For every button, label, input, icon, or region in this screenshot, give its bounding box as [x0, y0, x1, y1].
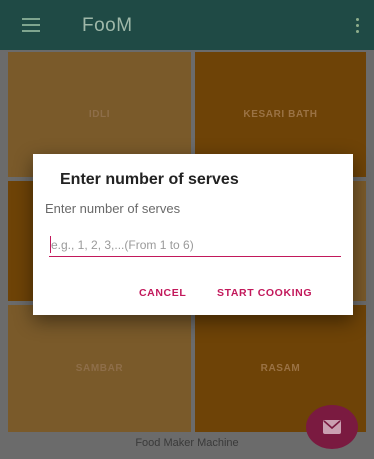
cancel-button[interactable]: CANCEL — [139, 287, 186, 299]
app-screen: FooM IDLI KESARI BATH SAMBAR RASAM Food … — [0, 0, 374, 459]
tile-label: KESARI BATH — [243, 109, 318, 120]
message-fab[interactable] — [306, 405, 358, 449]
dialog-actions: CANCEL START COOKING — [33, 287, 353, 303]
tile-sambar[interactable]: SAMBAR — [8, 305, 191, 432]
app-bar: FooM — [0, 0, 374, 50]
dialog-title: Enter number of serves — [60, 171, 239, 188]
serves-input[interactable] — [49, 234, 341, 257]
tile-label: RASAM — [260, 363, 301, 374]
dialog-message: Enter number of serves — [45, 201, 181, 216]
bottom-bar-label: Food Maker Machine — [135, 437, 239, 449]
overflow-icon — [355, 17, 359, 21]
text-cursor — [50, 236, 51, 253]
start-cooking-button[interactable]: START COOKING — [217, 287, 312, 299]
tile-label: IDLI — [88, 109, 111, 120]
app-title: FooM — [82, 15, 133, 36]
menu-icon — [22, 18, 40, 32]
message-icon — [323, 420, 341, 434]
tile-label: SAMBAR — [75, 363, 124, 374]
menu-button[interactable] — [20, 14, 42, 36]
serves-dialog: Enter number of serves Enter number of s… — [33, 154, 353, 315]
overflow-menu-button[interactable] — [350, 14, 364, 36]
